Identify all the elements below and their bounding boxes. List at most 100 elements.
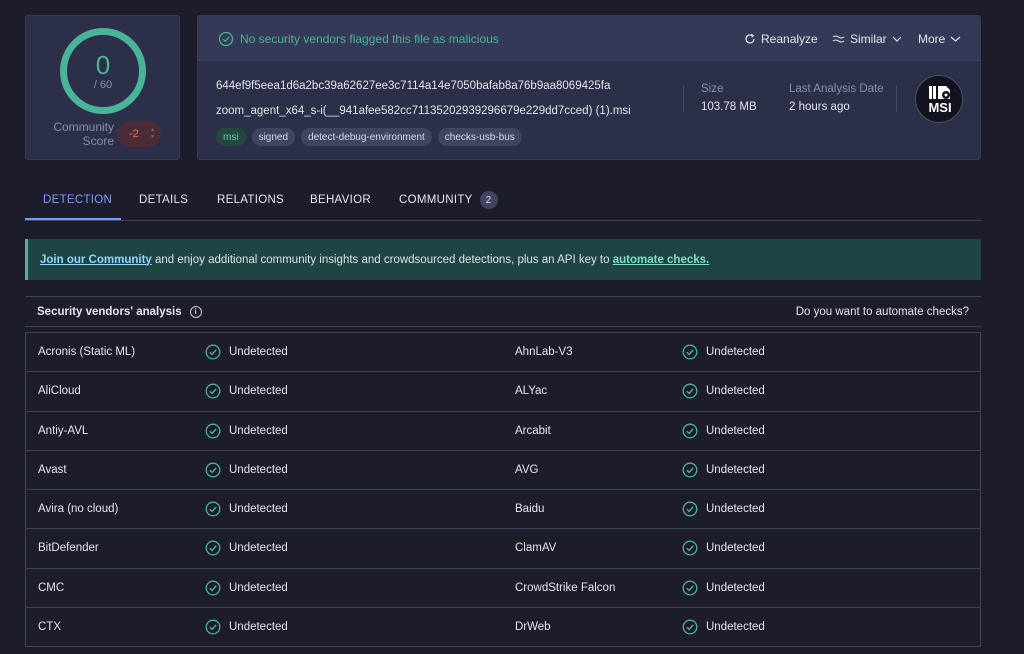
check-circle-icon [682, 344, 698, 360]
table-row: Avast Undetected AVG Undetected [26, 451, 980, 491]
check-circle-icon [205, 462, 221, 478]
last-analysis-value: 2 hours ago [789, 101, 850, 113]
vote-arrows[interactable]: ▲ ▼ [150, 127, 155, 141]
vendor-status: Undetected [205, 619, 288, 635]
vendor-status: Undetected [682, 501, 765, 517]
vendor-name: Arcabit [515, 424, 551, 437]
vendor-status: Undetected [205, 501, 288, 517]
active-tab-indicator [25, 218, 121, 220]
detection-total: / 60 [93, 78, 113, 91]
meta-divider [683, 86, 684, 112]
check-circle-icon [218, 31, 234, 47]
msi-file-type-icon: MSI [915, 75, 963, 123]
check-circle-icon [205, 580, 221, 596]
table-row: AliCloud Undetected ALYac Undetected [26, 372, 980, 412]
vote-up-icon[interactable]: ▲ [150, 127, 155, 134]
more-dropdown[interactable]: More [918, 31, 961, 47]
vendor-name: DrWeb [515, 621, 551, 634]
tag-signed[interactable]: signed [251, 128, 296, 146]
check-circle-icon [205, 344, 221, 360]
svg-text:MSI: MSI [928, 100, 951, 115]
check-circle-icon [682, 501, 698, 517]
community-banner-text: and enjoy additional community insights … [151, 253, 613, 266]
community-score-label: Community Score [53, 120, 114, 148]
check-circle-icon [205, 619, 221, 635]
tab-detection[interactable]: DETECTION [43, 180, 112, 220]
meta-divider [896, 86, 897, 112]
vendor-status: Undetected [205, 540, 288, 556]
clean-verdict-banner: No security vendors flagged this file as… [240, 32, 499, 46]
check-circle-icon [682, 580, 698, 596]
vendor-status: Undetected [682, 580, 765, 596]
refresh-icon [745, 33, 755, 44]
similar-dropdown[interactable]: Similar [832, 31, 902, 47]
vendor-status: Undetected [682, 619, 765, 635]
tab-details[interactable]: DETAILS [139, 180, 188, 220]
check-circle-icon [205, 423, 221, 439]
vendors-analysis-header: Security vendors' analysis i Do you want… [25, 296, 981, 327]
vendor-name: AliCloud [38, 385, 81, 398]
community-score-value: -2 [129, 128, 139, 140]
vendor-status: Undetected [205, 383, 288, 399]
table-row: BitDefender Undetected ClamAV Undetected [26, 529, 980, 569]
info-icon[interactable]: i [189, 305, 202, 318]
check-circle-icon [682, 540, 698, 556]
join-community-link[interactable]: Join our Community [40, 254, 152, 266]
vendor-status: Undetected [205, 462, 288, 478]
vendor-status: Undetected [682, 462, 765, 478]
tag-detect-debug-environment[interactable]: detect-debug-environment [301, 128, 432, 146]
chevron-down-icon [892, 36, 902, 42]
vendor-status: Undetected [682, 383, 765, 399]
table-row: Acronis (Static ML) Undetected AhnLab-V3 Un… [26, 333, 980, 373]
community-score-vote[interactable]: -2 ▲ ▼ [117, 121, 161, 147]
detection-score-card: 0 / 60 Community Score -2 ▲ ▼ [25, 15, 180, 160]
vendor-name: CTX [38, 621, 61, 634]
file-tags: msi signed detect-debug-environment chec… [216, 128, 522, 146]
vendor-status: Undetected [205, 423, 288, 439]
vendor-name: ClamAV [515, 542, 557, 555]
community-banner: Join our Community and enjoy additional … [25, 239, 981, 280]
detection-count: 0 [95, 49, 111, 80]
vendors-table: Acronis (Static ML) Undetected AhnLab-V3 Un… [25, 332, 981, 648]
vendor-name: Avast [38, 463, 67, 476]
tab-behavior[interactable]: BEHAVIOR [310, 180, 371, 220]
report-tabs: DETECTION DETAILS RELATIONS BEHAVIOR COM… [25, 180, 981, 221]
automate-checks-link[interactable]: automate checks. [613, 254, 710, 266]
tab-community[interactable]: COMMUNITY 2 [399, 180, 498, 220]
vendor-name: ALYac [515, 385, 548, 398]
tag-msi[interactable]: msi [216, 128, 246, 146]
check-circle-icon [682, 462, 698, 478]
vendors-analysis-title: Security vendors' analysis i [37, 305, 202, 318]
vendor-name: Avira (no cloud) [38, 503, 119, 516]
vendor-name: CrowdStrike Falcon [515, 581, 616, 594]
check-circle-icon [205, 540, 221, 556]
vendor-name: CMC [38, 581, 65, 594]
vendor-name: Baidu [515, 503, 545, 516]
last-analysis-label: Last Analysis Date [789, 83, 884, 95]
table-row: CTX Undetected DrWeb Undetected [26, 608, 980, 648]
vote-down-icon[interactable]: ▼ [150, 134, 155, 141]
tag-checks-usb-bus[interactable]: checks-usb-bus [437, 128, 522, 146]
tab-relations[interactable]: RELATIONS [217, 180, 284, 220]
vendor-status: Undetected [682, 540, 765, 556]
similar-icon [832, 35, 845, 43]
vendor-name: AhnLab-V3 [515, 346, 573, 358]
vendor-status: Undetected [682, 423, 765, 439]
detection-score-ring: 0 / 60 [60, 28, 146, 114]
size-label: Size [701, 83, 724, 95]
file-hash[interactable]: 644ef9f5eea1d6a2bc39a62627ee3c7114a14e70… [216, 80, 610, 92]
reanalyze-button[interactable]: Reanalyze [744, 31, 818, 47]
file-header-bar: No security vendors flagged this file as… [198, 16, 980, 61]
vendor-name: Acronis (Static ML) [38, 346, 136, 358]
community-count-badge: 2 [479, 191, 498, 209]
check-circle-icon [205, 501, 221, 517]
size-value: 103.78 MB [701, 101, 757, 113]
check-circle-icon [205, 383, 221, 399]
table-row: CMC Undetected CrowdStrike Falcon Undetecte… [26, 569, 980, 609]
check-circle-icon [682, 619, 698, 635]
file-summary-card: No security vendors flagged this file as… [197, 15, 981, 160]
check-circle-icon [682, 423, 698, 439]
vendor-name: AVG [515, 463, 539, 476]
automate-checks-prompt[interactable]: Do you want to automate checks? [796, 306, 969, 318]
vendor-status: Undetected [205, 344, 288, 360]
